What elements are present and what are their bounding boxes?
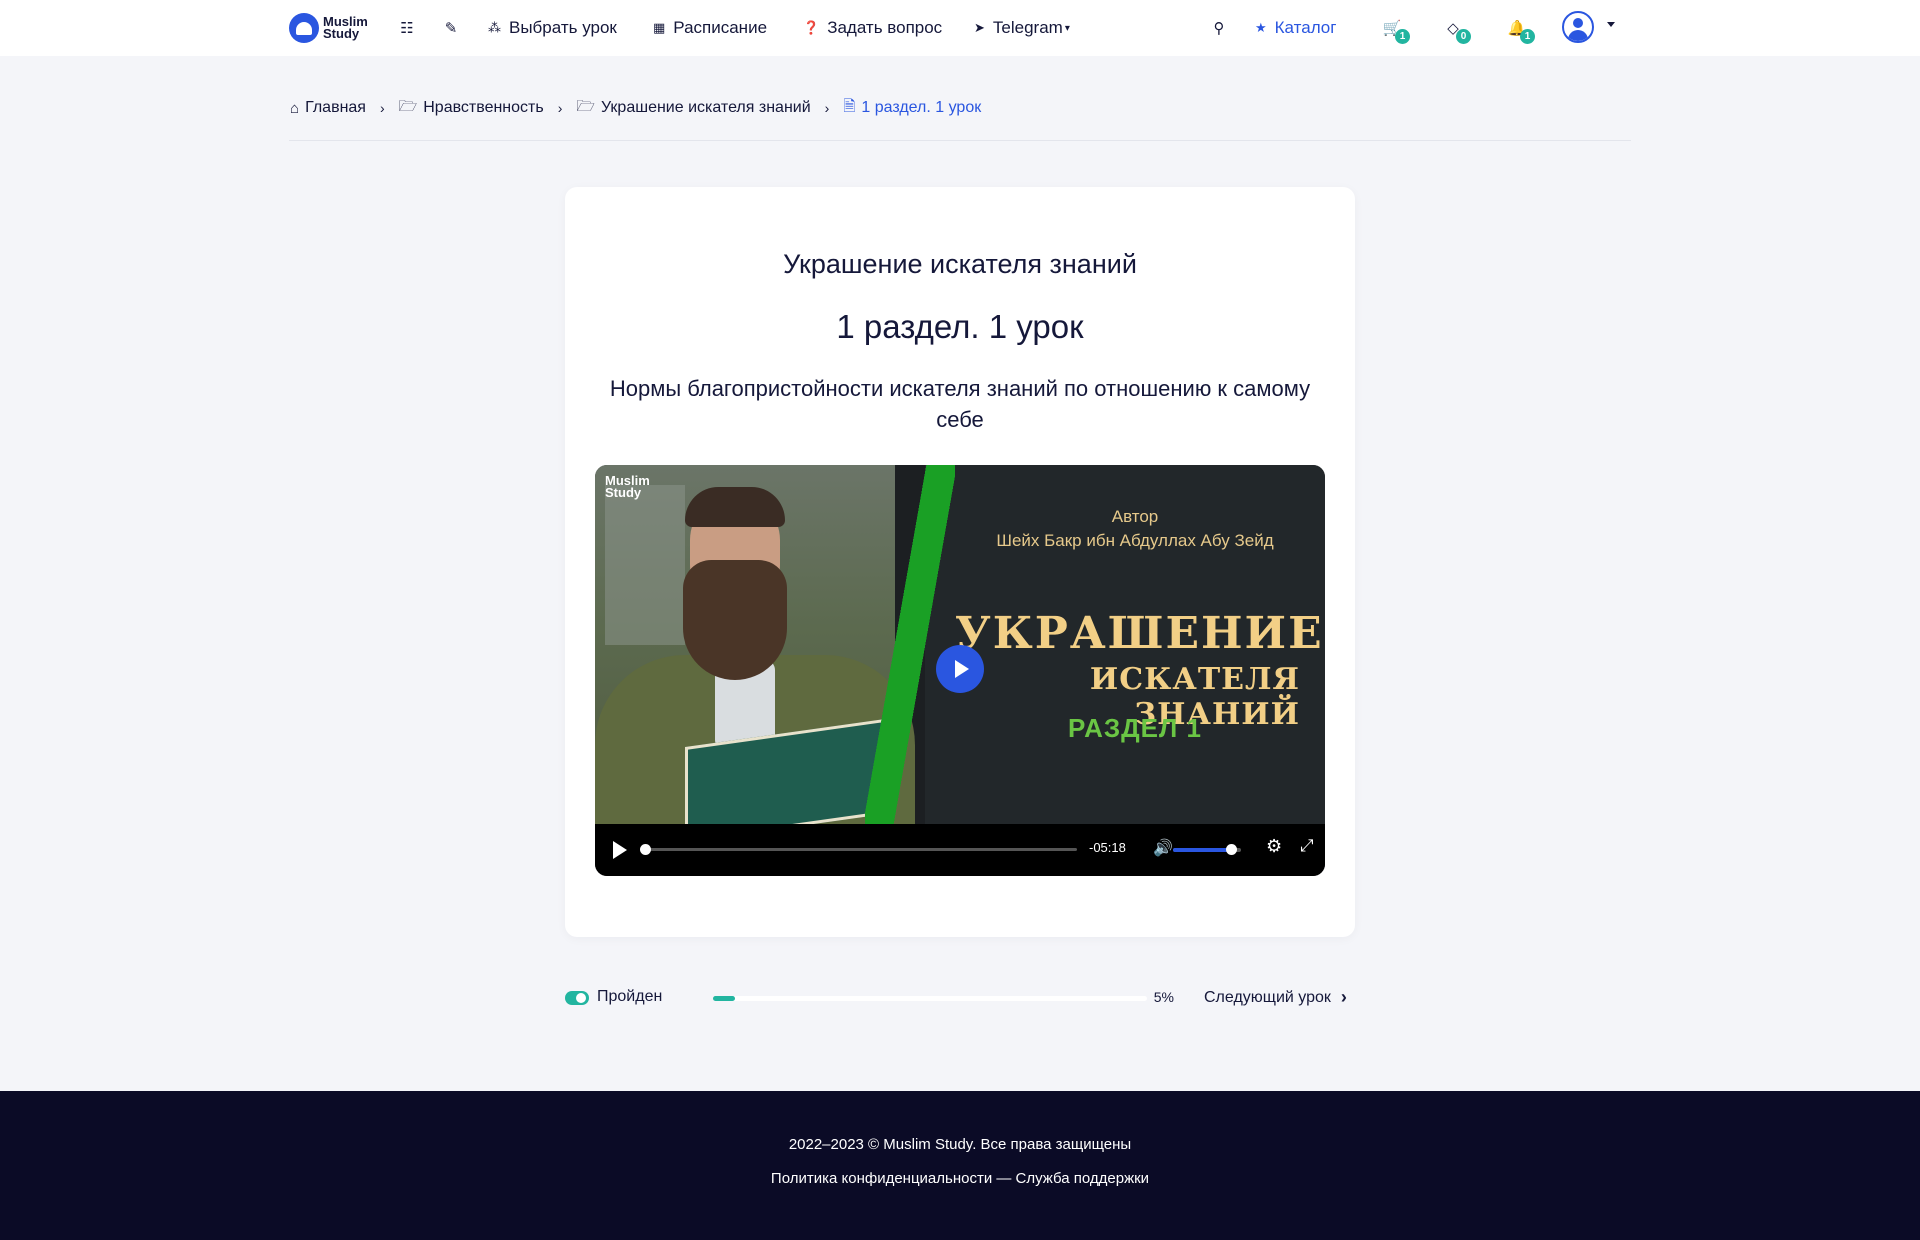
user-menu-chevron-icon[interactable] (1607, 22, 1615, 27)
folder-open-icon: 🗁 (576, 97, 595, 115)
cart-button[interactable]: 🛒 1 (1380, 16, 1410, 44)
lesson-card: Украшение искателя знаний 1 раздел. 1 ур… (565, 187, 1355, 937)
video-watermark: Muslim Study (605, 473, 650, 500)
breadcrumb-separator-icon: › (824, 100, 830, 116)
nav-choose-lesson[interactable]: ⁂ Выбрать урок (488, 16, 617, 40)
folder-open-icon: 🗁 (398, 97, 418, 115)
breadcrumb: ⌂ Главная › 🗁 Нравственность › 🗁 Украшен… (290, 96, 981, 120)
diamond-button[interactable]: ◇ 0 (1441, 16, 1471, 44)
big-play-button[interactable] (936, 645, 984, 693)
passed-toggle[interactable] (565, 991, 589, 1005)
breadcrumb-separator-icon: › (379, 100, 385, 116)
search-icon[interactable]: ⚲ (1207, 16, 1231, 40)
breadcrumb-home[interactable]: ⌂ Главная (290, 99, 366, 117)
nav-ask-question[interactable]: ❓ Задать вопрос (803, 16, 942, 40)
star-icon: ★ (1255, 20, 1267, 35)
home-icon: ⌂ (290, 99, 300, 117)
course-progress-fill (713, 996, 735, 1001)
footer: 2022–2023 © Muslim Study. Все права защи… (0, 1091, 1920, 1240)
file-icon: 🗎 (843, 97, 856, 115)
seek-handle[interactable] (640, 844, 651, 855)
passed-label: Пройден (597, 988, 663, 1005)
settings-gear-icon[interactable]: ⚙ (1266, 836, 1282, 857)
fullscreen-icon[interactable]: ⤢ (1300, 836, 1314, 856)
video-poster-photo (595, 465, 915, 843)
video-section: РАЗДЕЛ 1 (1068, 713, 1202, 743)
play-icon[interactable] (613, 841, 627, 859)
breadcrumb-separator-icon: › (557, 100, 563, 116)
lesson-title: 1 раздел. 1 урок (836, 308, 1084, 345)
filters-icon[interactable]: ☷ (395, 16, 419, 40)
seek-bar[interactable] (640, 844, 1077, 855)
breadcrumb-category[interactable]: 🗁 Нравственность (399, 96, 544, 121)
sitemap-icon: ⁂ (488, 20, 501, 35)
diamond-badge: 0 (1456, 29, 1471, 44)
breadcrumb-course[interactable]: 🗁 Украшение искателя знаний (576, 96, 810, 121)
breadcrumb-current: 🗎 1 раздел. 1 урок (843, 96, 981, 121)
course-progress-bar (713, 996, 1147, 1001)
chevron-down-icon: ▾ (1064, 22, 1070, 34)
course-progress-percent: 5% (1153, 989, 1174, 1005)
nav-catalog[interactable]: ★ Каталог (1255, 16, 1336, 40)
video-author-name: Шейх Бакр ибн Абдуллах Абу Зейд (996, 531, 1274, 550)
video-controls: -05:18 🔊 ⚙ ⤢ (595, 824, 1325, 876)
video-poster-stripe (865, 465, 955, 824)
next-lesson-link[interactable]: Следующий урок › (1204, 987, 1347, 1008)
logo-mosque-icon (289, 13, 319, 43)
time-remaining: -05:18 (1089, 840, 1126, 855)
course-title: Украшение искателя знаний (783, 249, 1137, 279)
nav-telegram-dropdown[interactable]: ➤ Telegram ▾ (974, 16, 1070, 40)
footer-links[interactable]: Политика конфиденциальности — Служба под… (0, 1170, 1920, 1187)
cart-badge: 1 (1395, 29, 1410, 44)
top-navbar: Muslim Study ☷ ✎ ⁂ Выбрать урок ▦ Распис… (0, 0, 1920, 56)
breadcrumb-divider (289, 140, 1631, 141)
chevron-right-icon: › (1340, 987, 1347, 1007)
notifications-button[interactable]: 🔔 1 (1505, 16, 1535, 44)
video-player[interactable]: Muslim Study Автор Шейх Бакр ибн Абдулла… (595, 465, 1325, 876)
user-avatar[interactable] (1562, 11, 1594, 43)
telegram-icon: ➤ (974, 20, 985, 35)
logo-text: Muslim Study (323, 14, 368, 41)
pencil-icon[interactable]: ✎ (439, 16, 463, 40)
volume-fill (1173, 848, 1231, 852)
lesson-subtitle: Нормы благопристойности искателя знаний … (609, 376, 1311, 432)
video-author-label: Автор (1111, 507, 1159, 526)
nav-schedule[interactable]: ▦ Расписание (653, 16, 767, 40)
notifications-badge: 1 (1520, 29, 1535, 44)
question-circle-icon: ❓ (803, 20, 820, 35)
footer-copyright: 2022–2023 © Muslim Study. Все права защи… (788, 1136, 1132, 1153)
volume-handle[interactable] (1225, 844, 1237, 855)
calendar-icon: ▦ (653, 20, 666, 35)
logo[interactable]: Muslim Study (289, 12, 373, 44)
volume-slider[interactable] (1173, 844, 1241, 855)
video-title-line1: УКРАШЕНИЕ (955, 608, 1324, 659)
volume-icon[interactable]: 🔊 (1153, 838, 1173, 858)
